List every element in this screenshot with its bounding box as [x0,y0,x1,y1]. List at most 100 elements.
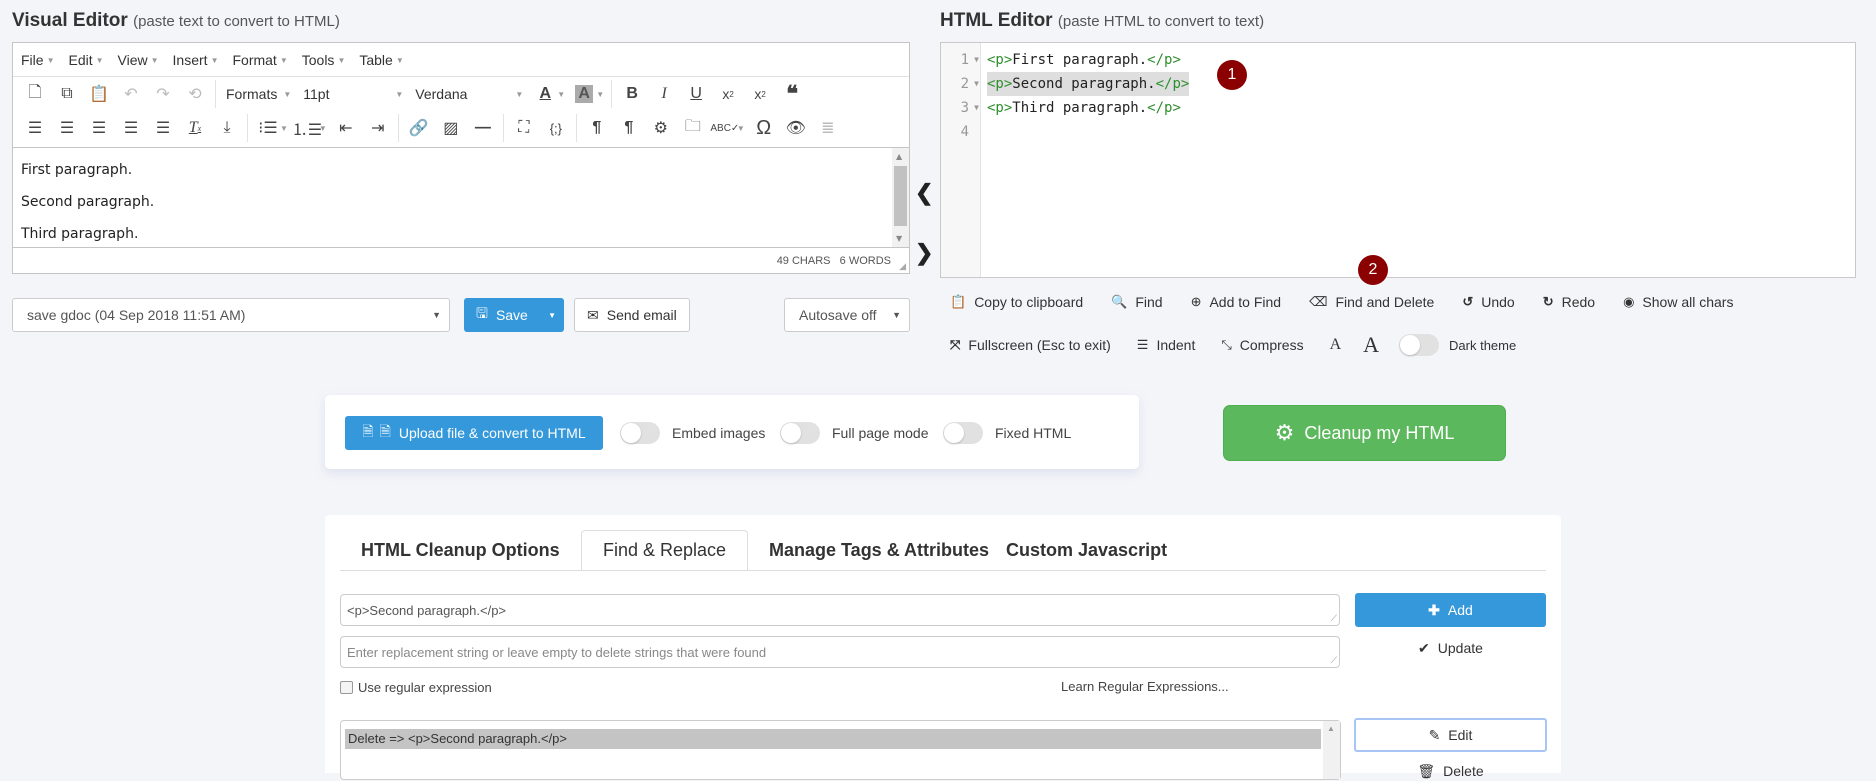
menu-table[interactable]: Table ▼ [359,52,403,68]
send-email-button[interactable]: ✉ Send email [574,298,690,332]
update-rule-button[interactable]: ✔ Update [1355,631,1546,665]
resize-handle-icon[interactable]: ◢ [899,261,906,272]
menu-edit[interactable]: Edit ▼ [68,52,103,68]
tab-custom-javascript[interactable]: Custom Javascript [985,530,1188,570]
full-page-mode-toggle[interactable] [780,422,820,444]
find-button[interactable]: 🔍 Find [1111,294,1162,310]
preview-icon[interactable]: 👁 [780,114,812,142]
scroll-down-icon[interactable]: ▼ [896,234,902,243]
new-document-icon[interactable]: 🗋 [19,80,51,108]
learn-regex-link[interactable]: Learn Regular Expressions... [1061,679,1229,694]
image-icon[interactable]: ▨ [435,114,467,142]
add-rule-button[interactable]: ✚ Add [1355,593,1546,627]
fullscreen-button[interactable]: ⤧ Fullscreen (Esc to exit) [950,337,1111,353]
tab-manage-tags-attributes[interactable]: Manage Tags & Attributes [748,530,1010,570]
align-justify-icon[interactable]: ☰ [115,114,147,142]
source-code-icon[interactable]: {;} [540,114,572,142]
scroll-up-icon[interactable]: ▲ [1327,724,1335,733]
copy-to-clipboard-button[interactable]: 📋 Copy to clipboard [950,294,1083,310]
convert-to-visual-arrow-icon[interactable]: ❮ [915,180,933,206]
rtl-paragraph-icon[interactable]: ¶ [613,114,645,142]
replace-input[interactable]: Enter replacement string or leave empty … [340,636,1340,668]
use-regex-checkbox[interactable] [340,681,353,694]
fullscreen-icon[interactable]: ⛶ [508,114,540,142]
find-input[interactable]: <p>Second paragraph.</p> ⟋ [340,594,1340,626]
ltr-paragraph-icon[interactable]: ¶ [581,114,613,142]
fold-arrow-icon[interactable]: ▼ [974,48,979,72]
paste-icon[interactable]: 📋 [83,80,115,108]
special-character-icon[interactable]: Ω [748,114,780,142]
bold-icon[interactable]: B [616,80,648,108]
redo-icon[interactable]: ↷ [147,80,179,108]
saved-document-select[interactable]: save gdoc (04 Sep 2018 11:51 AM) ▼ [12,298,450,332]
menu-file[interactable]: File ▼ [21,52,54,68]
font-family-dropdown[interactable]: Verdana ▼ [409,86,529,102]
underline-icon[interactable]: U [680,80,712,108]
align-left-icon[interactable]: ☰ [19,114,51,142]
resize-grip-icon[interactable]: ⟋ [1331,613,1337,624]
restore-draft-icon[interactable]: ⟲ [179,80,211,108]
fold-arrow-icon[interactable]: ▼ [974,72,979,96]
superscript-icon[interactable]: x2 [744,80,776,108]
menu-view[interactable]: View ▼ [118,52,159,68]
redo-button[interactable]: ↻ Redo [1543,294,1595,310]
convert-to-html-arrow-icon[interactable]: ❯ [915,240,933,266]
align-right-icon[interactable]: ☰ [83,114,115,142]
dark-theme-toggle[interactable] [1399,334,1440,356]
search-folder-icon[interactable]: 🗀 [677,114,709,142]
add-to-find-button[interactable]: ⊕ Add to Find [1191,294,1282,310]
menu-tools[interactable]: Tools ▼ [302,52,346,68]
cleanup-html-button[interactable]: ⚙ Cleanup my HTML [1223,405,1506,461]
subscript-icon[interactable]: x2 [712,80,744,108]
indent-button[interactable]: ☰ Indent [1137,337,1196,353]
list-scrollbar[interactable]: ▲ [1323,721,1340,779]
html-code-editor[interactable]: 1 ▼ <p>First paragraph.</p> 2 ▼ <p>Second … [940,42,1856,278]
menu-format[interactable]: Format ▼ [232,52,287,68]
increase-font-button[interactable]: A [1363,332,1379,358]
upload-file-button[interactable]: 🗎 🗎 Upload file & convert to HTML [345,416,603,450]
autosave-select[interactable]: Autosave off ▼ [784,298,910,332]
align-none-icon[interactable]: ☰ [147,114,179,142]
outdent-icon[interactable]: ⇤ [330,114,362,142]
save-button[interactable]: 🖫 Save ▼ [464,298,564,332]
caret-down-icon[interactable]: ▼ [596,90,604,99]
menu-insert[interactable]: Insert ▼ [173,52,219,68]
formats-dropdown[interactable]: Formats ▼ [220,86,297,102]
horizontal-rule-icon[interactable]: — [467,114,499,142]
delete-rule-button[interactable]: 🗑 Delete [1355,761,1546,781]
find-and-delete-button[interactable]: ⌫ Find and Delete [1309,294,1434,310]
scrollbar-thumb[interactable] [894,166,907,226]
fixed-html-toggle[interactable] [943,422,983,444]
caret-down-icon[interactable]: ▼ [548,311,556,320]
blockquote-icon[interactable]: ❝ [776,80,808,108]
insert-icon[interactable]: ⤓ [211,114,243,142]
caret-down-icon[interactable]: ▼ [319,124,327,133]
settings-icon[interactable]: ⚙ [645,114,677,142]
clear-formatting-icon[interactable]: Tx [179,114,211,142]
tab-find-replace[interactable]: Find & Replace [581,530,749,571]
toc-icon[interactable]: ≣ [812,114,844,142]
edit-rule-button[interactable]: ✎ Edit [1354,718,1547,752]
caret-down-icon[interactable]: ▼ [280,124,288,133]
resize-grip-icon[interactable]: ⟋ [1331,655,1337,666]
decrease-font-button[interactable]: A [1330,336,1342,354]
caret-down-icon[interactable]: ▼ [737,124,745,133]
embed-images-toggle[interactable] [620,422,660,444]
italic-icon[interactable]: I [648,80,680,108]
rule-list-item[interactable]: Delete => <p>Second paragraph.</p> [345,729,1321,749]
caret-down-icon[interactable]: ▼ [557,90,565,99]
link-icon[interactable]: 🔗 [403,114,435,142]
undo-button[interactable]: ↺ Undo [1462,294,1514,310]
fold-arrow-icon[interactable]: ▼ [974,96,979,120]
show-all-chars-button[interactable]: ◉ Show all chars [1623,294,1733,310]
scroll-up-icon[interactable]: ▲ [896,152,902,161]
indent-icon[interactable]: ⇥ [362,114,394,142]
font-size-dropdown[interactable]: 11pt ▼ [297,86,409,102]
copy-icon[interactable]: ⧉ [51,80,83,108]
align-center-icon[interactable]: ☰ [51,114,83,142]
tab-html-cleanup-options[interactable]: HTML Cleanup Options [340,530,581,570]
vertical-scrollbar[interactable]: ▲ ▼ [892,148,909,248]
undo-icon[interactable]: ↶ [115,80,147,108]
rules-list[interactable]: Delete => <p>Second paragraph.</p> ▲ [340,720,1341,780]
compress-button[interactable]: ⤡ Compress [1221,337,1303,353]
